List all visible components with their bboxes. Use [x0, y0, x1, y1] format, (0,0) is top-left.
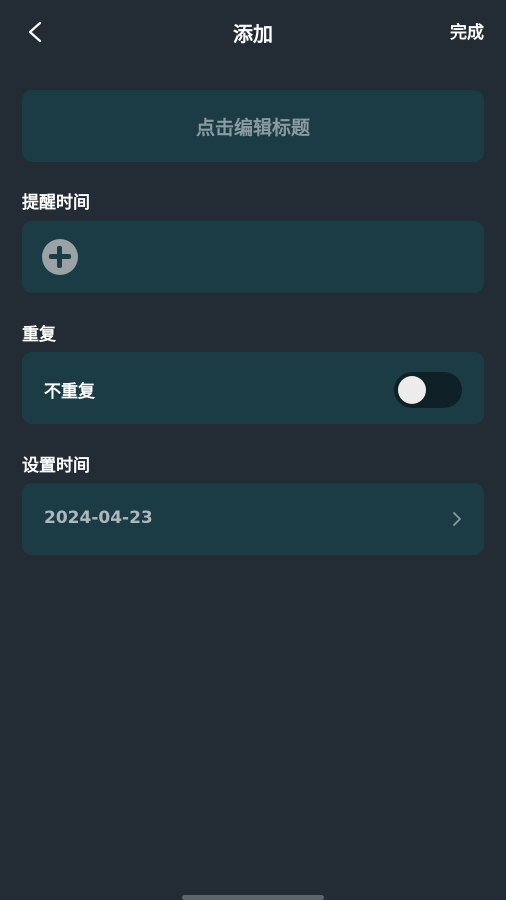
- plus-circle-icon[interactable]: [42, 239, 78, 275]
- home-indicator: [182, 895, 324, 900]
- reminder-time-label: 提醒时间: [22, 193, 90, 213]
- done-button[interactable]: 完成: [450, 18, 484, 43]
- repeat-label: 重复: [22, 325, 56, 345]
- set-time-label: 设置时间: [22, 456, 90, 476]
- add-reminder-screen: 添加 完成 点击编辑标题 提醒时间 重复 不重复 设置时间 2024-04-23: [0, 0, 506, 900]
- date-picker-row[interactable]: 2024-04-23: [22, 483, 484, 555]
- repeat-card: 不重复: [22, 352, 484, 424]
- repeat-toggle[interactable]: [394, 372, 462, 408]
- date-value: 2024-04-23: [44, 508, 153, 528]
- title-placeholder: 点击编辑标题: [195, 116, 310, 139]
- page-title: 添加: [233, 22, 273, 46]
- chevron-right-icon: [453, 512, 461, 526]
- top-bar: 添加 完成: [0, 0, 506, 64]
- toggle-knob: [398, 376, 426, 404]
- reminder-time-card: [22, 221, 484, 293]
- title-edit-card[interactable]: 点击编辑标题: [22, 90, 484, 162]
- repeat-value: 不重复: [44, 382, 95, 402]
